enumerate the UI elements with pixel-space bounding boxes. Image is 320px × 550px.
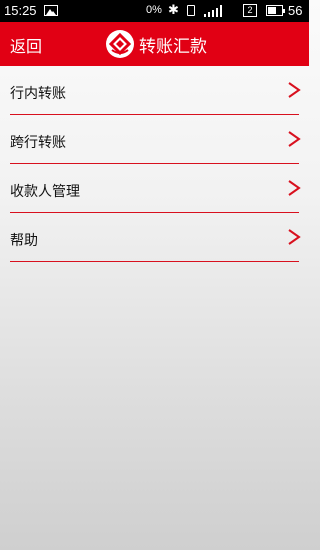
app-header: 返回 转账汇款 bbox=[0, 22, 309, 66]
menu-item-internal-transfer[interactable]: 行内转账 bbox=[10, 66, 301, 115]
menu-item-payee-management[interactable]: 收款人管理 bbox=[10, 164, 301, 213]
status-time: 15:25 bbox=[4, 3, 37, 18]
menu-item-label: 跨行转账 bbox=[10, 135, 66, 151]
bluetooth-icon: ✱ bbox=[168, 2, 179, 17]
chevron-right-icon bbox=[288, 82, 301, 98]
bank-logo-icon bbox=[106, 30, 134, 58]
chevron-right-icon bbox=[288, 229, 301, 245]
network-speed: 0% bbox=[146, 4, 162, 16]
menu-item-label: 收款人管理 bbox=[10, 184, 80, 200]
sim-card-icon: 2 bbox=[243, 4, 257, 17]
back-button[interactable]: 返回 bbox=[10, 33, 42, 57]
chevron-right-icon bbox=[288, 131, 301, 147]
battery-icon bbox=[266, 5, 285, 16]
divider bbox=[10, 261, 299, 262]
menu-item-help[interactable]: 帮助 bbox=[10, 213, 301, 262]
battery-percent: 56 bbox=[288, 3, 303, 18]
chevron-right-icon bbox=[288, 180, 301, 196]
signal-icon bbox=[204, 5, 226, 17]
menu-item-label: 帮助 bbox=[10, 233, 38, 249]
menu-item-interbank-transfer[interactable]: 跨行转账 bbox=[10, 115, 301, 164]
transfer-menu: 行内转账 跨行转账 收款人管理 帮助 bbox=[0, 66, 309, 262]
battery-fill bbox=[268, 7, 276, 14]
menu-item-label: 行内转账 bbox=[10, 86, 66, 102]
vibrate-icon bbox=[187, 5, 195, 16]
image-notification-icon bbox=[44, 5, 58, 16]
page-title: 转账汇款 bbox=[139, 37, 207, 57]
status-bar: 15:25 0% ✱ 2 56 bbox=[0, 0, 309, 22]
